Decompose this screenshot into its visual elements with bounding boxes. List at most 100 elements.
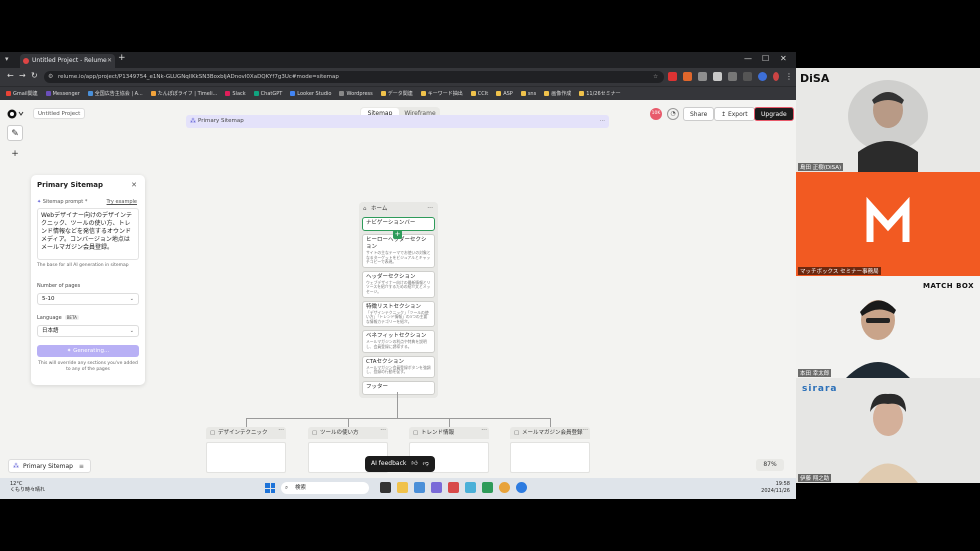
bookmark-item[interactable]: データ関連 bbox=[380, 90, 413, 97]
puzzle-icon[interactable] bbox=[728, 72, 737, 81]
extension-icon[interactable] bbox=[713, 72, 722, 81]
child-node-header[interactable]: ▢ ツールの使い方 ··· bbox=[308, 427, 388, 439]
file-explorer-icon[interactable] bbox=[397, 482, 408, 493]
section-card[interactable]: 特徴リストセクション 「デザインテクニック」「ツールの使い方」「トレンド情報」の3… bbox=[362, 300, 435, 328]
section-card[interactable]: ナビゲーションバー bbox=[362, 217, 435, 231]
extension-icon[interactable] bbox=[698, 72, 707, 81]
more-icon[interactable]: ··· bbox=[481, 426, 487, 436]
more-icon[interactable]: ··· bbox=[278, 426, 284, 436]
home-node-header[interactable]: ⌂ ホーム ··· bbox=[362, 205, 435, 214]
new-tab-icon[interactable]: + bbox=[118, 53, 126, 63]
bookmark-item[interactable]: Slack bbox=[225, 91, 246, 97]
child-node-header[interactable]: ▢ デザインテクニック ··· bbox=[206, 427, 286, 439]
bookmark-item[interactable]: 11/26セミナー bbox=[579, 90, 621, 97]
section-card[interactable]: ヒーローヘッダーセクション サイトの主なテーマでお使いの対象となるターゲットをビジ… bbox=[362, 234, 435, 268]
more-icon[interactable]: ··· bbox=[380, 426, 386, 436]
bookmark-item[interactable]: CCIt bbox=[470, 90, 489, 97]
windows-start-icon[interactable] bbox=[265, 483, 275, 493]
zoom-app-icon[interactable] bbox=[516, 482, 527, 493]
child-page-body[interactable] bbox=[510, 442, 590, 473]
url-input[interactable]: ⚙ relume.io/app/project/P1349754_e1Nk-GL… bbox=[44, 71, 664, 83]
star-icon[interactable]: ☆ bbox=[653, 71, 658, 83]
thumbs-up-icon[interactable]: 👍︎ bbox=[411, 456, 417, 472]
upgrade-button[interactable]: Upgrade bbox=[754, 107, 794, 121]
bookmark-item[interactable]: 全国広告主協会 | A... bbox=[87, 90, 143, 97]
menu-icon[interactable]: ⋮ bbox=[785, 72, 794, 81]
excel-icon[interactable] bbox=[482, 482, 493, 493]
taskbar-apps bbox=[380, 482, 527, 493]
mail-icon[interactable] bbox=[414, 482, 425, 493]
user-avatar[interactable]: 10K bbox=[650, 108, 662, 120]
tab-search-icon[interactable]: ▾ bbox=[5, 55, 9, 63]
close-window-icon[interactable]: ✕ bbox=[780, 54, 787, 63]
teams-icon[interactable] bbox=[431, 482, 442, 493]
ai-sparkle-icon[interactable]: ✎ bbox=[7, 125, 23, 141]
try-example-link[interactable]: Try example bbox=[107, 199, 137, 205]
bookmark-item[interactable]: ASP bbox=[496, 91, 513, 97]
participant-video-1[interactable]: DiSA 島田 正樹(DiSA) bbox=[796, 68, 980, 172]
child-page-node[interactable]: ▢ デザインテクニック ··· bbox=[206, 427, 286, 473]
child-page-node[interactable]: ▢ メールマガジン会員登録 ··· bbox=[510, 427, 590, 473]
child-node-header[interactable]: ▢ トレンド情報 ··· bbox=[409, 427, 489, 439]
close-icon[interactable]: ✕ bbox=[107, 54, 112, 68]
relume-logo-icon[interactable] bbox=[7, 108, 27, 120]
more-icon[interactable]: ··· bbox=[600, 115, 605, 128]
more-icon[interactable]: ··· bbox=[582, 426, 588, 436]
bookmark-icon bbox=[496, 91, 502, 96]
bookmark-item[interactable]: キーワード抽出 bbox=[420, 90, 463, 97]
maximize-icon[interactable]: ☐ bbox=[762, 54, 769, 63]
pages-select[interactable]: 5-10 ⌄ bbox=[37, 293, 139, 305]
section-card[interactable]: フッター bbox=[362, 380, 435, 395]
generate-button[interactable]: ✦ Generating... bbox=[37, 345, 139, 357]
section-card[interactable]: ヘッダーセクション ウェブデザイナー向けの最新情報とリソースを紹介するための紹介文… bbox=[362, 270, 435, 298]
more-icon[interactable]: ··· bbox=[427, 204, 433, 213]
participant-video-3[interactable]: MATCH BOX 本田 幸太郎 bbox=[796, 276, 980, 378]
thumbs-down-icon[interactable]: 👎︎ bbox=[423, 456, 429, 472]
taskbar-clock[interactable]: 19:58 2024/11/26 bbox=[748, 481, 790, 495]
app-icon[interactable] bbox=[448, 482, 459, 493]
browser-tab[interactable]: Untitled Project - Relume ✕ bbox=[20, 54, 115, 68]
plus-icon[interactable]: + bbox=[7, 146, 23, 162]
app-icon[interactable] bbox=[465, 482, 476, 493]
reload-icon[interactable]: ↻ bbox=[31, 71, 38, 80]
profile-avatar-icon[interactable] bbox=[758, 72, 767, 81]
bookmark-item[interactable]: Messenger bbox=[45, 91, 80, 97]
bookmark-item[interactable]: ChatGPT bbox=[253, 91, 282, 97]
prompt-textarea[interactable]: Webデザイナー向けのデザインテクニック、ツールの使い方、トレンド情報などを発信… bbox=[37, 208, 139, 260]
participant-video-4[interactable]: sirara 伊藤 翔之助 bbox=[796, 378, 980, 483]
add-section-icon[interactable]: + bbox=[393, 230, 402, 239]
extension-icon[interactable] bbox=[668, 72, 677, 81]
bookmark-item[interactable]: Wordpress bbox=[339, 91, 373, 97]
child-page-body[interactable] bbox=[206, 442, 286, 473]
bookmark-item[interactable]: Looker Studio bbox=[290, 91, 331, 97]
child-page-title: デザインテクニック bbox=[218, 430, 268, 436]
taskbar-search[interactable]: ⌕ 検索 bbox=[281, 482, 369, 494]
bookmark-item[interactable]: sns bbox=[520, 91, 536, 97]
back-icon[interactable]: ← bbox=[7, 71, 14, 80]
participant-video-2[interactable]: マッチボックス セミナー事務局 bbox=[796, 172, 980, 276]
chrome-icon[interactable] bbox=[499, 482, 510, 493]
sitemap-switcher[interactable]: ⁂ Primary Sitemap ≡ bbox=[8, 459, 91, 473]
sitemap-header-bar[interactable]: ⁂ Primary Sitemap ··· bbox=[186, 115, 609, 128]
task-view-icon[interactable] bbox=[380, 482, 391, 493]
child-node-header[interactable]: ▢ メールマガジン会員登録 ··· bbox=[510, 427, 590, 439]
section-card[interactable]: CTAセクション メールマガジン会員登録ボタンを強調し、登録の行動を促す。 bbox=[362, 355, 435, 378]
close-icon[interactable]: ✕ bbox=[131, 181, 137, 189]
forward-icon[interactable]: → bbox=[19, 71, 26, 80]
share-button[interactable]: Share bbox=[683, 107, 715, 121]
bookmark-item[interactable]: たんぽぽライフ | Timeli... bbox=[150, 90, 217, 97]
weather-widget[interactable]: 12°C くもり時々晴れ bbox=[10, 481, 45, 493]
language-select[interactable]: 日本語 ⌄ bbox=[37, 325, 139, 337]
site-info-icon[interactable]: ⚙ bbox=[48, 71, 53, 83]
bookmark-item[interactable]: 画像作成 bbox=[544, 90, 571, 97]
section-card[interactable]: ベネフィットセクション メールマガジンの利点や特典を説明し、会員登録に誘導する。 bbox=[362, 330, 435, 353]
download-icon[interactable] bbox=[743, 72, 752, 81]
bookmark-label: CCIt bbox=[477, 90, 489, 97]
minimize-icon[interactable]: — bbox=[744, 54, 752, 63]
extension-icon[interactable] bbox=[683, 72, 692, 81]
zoom-level[interactable]: 87% bbox=[756, 459, 784, 471]
chat-icon[interactable]: ◔ bbox=[667, 108, 679, 120]
bookmark-item[interactable]: Gmail関連 bbox=[6, 90, 38, 97]
export-button[interactable]: ↥ Export bbox=[714, 107, 755, 121]
project-name[interactable]: Untitled Project bbox=[33, 108, 86, 119]
